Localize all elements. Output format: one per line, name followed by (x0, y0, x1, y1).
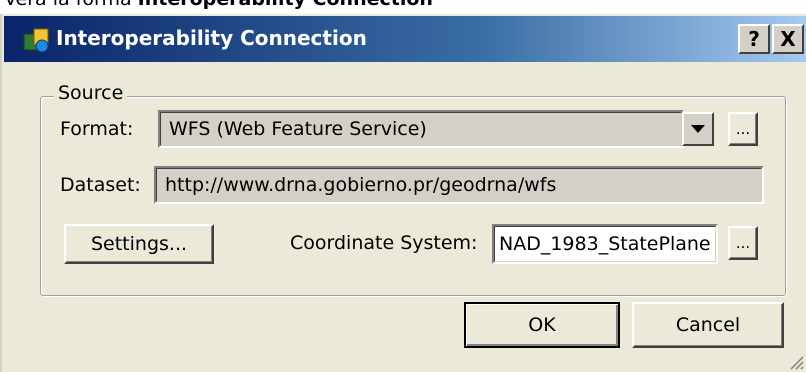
caption-bold: Interoperability Connection (138, 0, 433, 10)
caption-prefix: Verá la forma (4, 0, 138, 10)
title-bar[interactable]: Interoperability Connection ? X (4, 16, 806, 62)
help-button[interactable]: ? (738, 24, 770, 54)
format-dropdown-button[interactable] (682, 112, 714, 146)
format-browse-button[interactable]: ... (728, 112, 758, 146)
close-button[interactable]: X (772, 24, 804, 54)
dataset-label: Dataset: (60, 174, 141, 196)
coordinate-system-browse-button[interactable]: ... (728, 226, 758, 260)
dataset-value: http://www.drna.gobierno.pr/geodrna/wfs (156, 168, 762, 202)
settings-button[interactable]: Settings... (64, 224, 214, 264)
dataset-field[interactable]: http://www.drna.gobierno.pr/geodrna/wfs (154, 166, 764, 204)
format-value: WFS (Web Feature Service) (160, 112, 682, 146)
coordinate-system-value: NAD_1983_StatePlane (494, 226, 716, 262)
interoperability-connection-dialog: Interoperability Connection ? X Source F… (0, 14, 806, 372)
document-caption: Verá la forma Interoperability Connectio… (0, 0, 806, 14)
format-label: Format: (60, 118, 134, 140)
coordinate-system-label: Coordinate System: (290, 232, 478, 254)
ok-button[interactable]: OK (464, 302, 620, 348)
resize-grip-icon[interactable] (788, 354, 804, 370)
coordinate-system-field[interactable]: NAD_1983_StatePlane (492, 224, 718, 264)
interoperability-icon (23, 28, 49, 53)
format-dropdown[interactable]: WFS (Web Feature Service) (158, 110, 684, 148)
chevron-down-icon (691, 125, 705, 133)
source-group-legend: Source (54, 82, 128, 104)
window-title: Interoperability Connection (56, 26, 367, 50)
cancel-button[interactable]: Cancel (632, 302, 784, 348)
